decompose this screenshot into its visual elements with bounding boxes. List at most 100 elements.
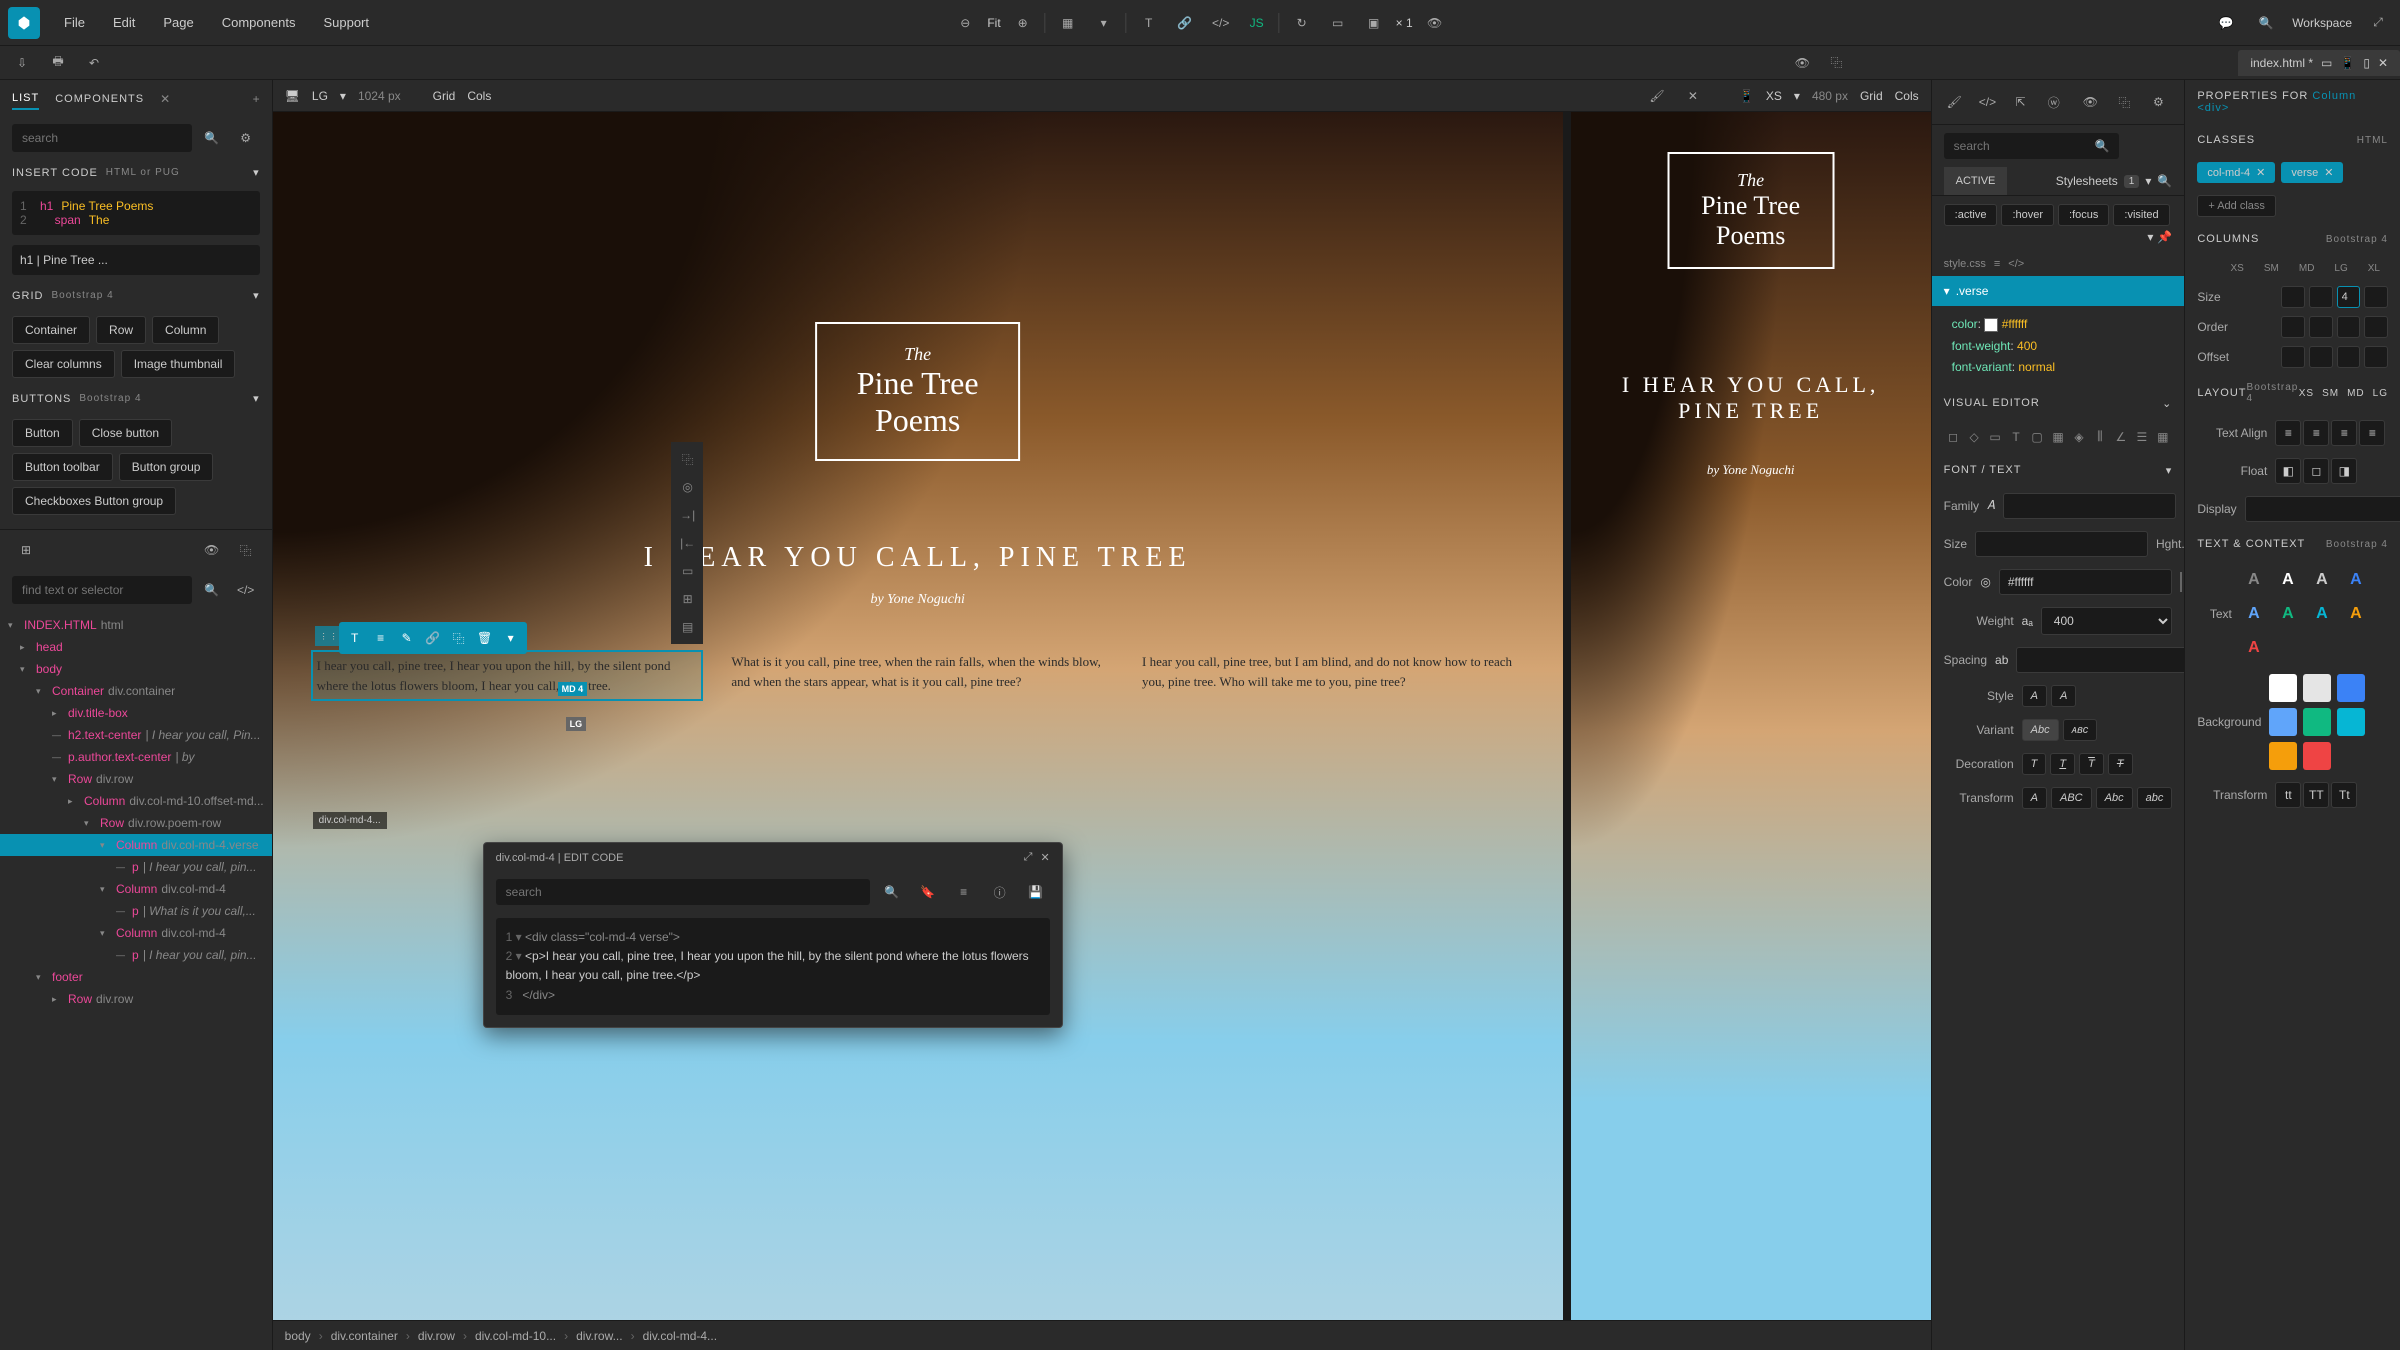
add-class-button[interactable]: + Add class xyxy=(2197,195,2276,217)
align-justify[interactable]: ≡ xyxy=(2359,420,2385,446)
verse-3[interactable]: I hear you call, pine tree, but I am bli… xyxy=(1142,652,1523,699)
close-viewport-icon[interactable]: ✕ xyxy=(1679,82,1707,110)
family-input[interactable] xyxy=(2003,493,2176,519)
filter-icon[interactable]: ⚙ xyxy=(232,124,260,152)
verse-1[interactable]: I hear you call, pine tree, I hear you u… xyxy=(313,652,702,699)
download-icon[interactable]: ⇩ xyxy=(8,49,36,77)
container-button[interactable]: Container xyxy=(12,316,90,344)
tree-item[interactable]: ▾ Container div.container xyxy=(0,680,272,702)
tf-lower[interactable]: tt xyxy=(2275,782,2301,808)
brush-icon[interactable]: 🖌 xyxy=(1944,88,1965,116)
bg-primary[interactable] xyxy=(2337,674,2365,702)
style-normal[interactable]: A xyxy=(2022,685,2047,707)
grid-toggle-xs[interactable]: Grid xyxy=(1860,89,1883,103)
code-icon[interactable]: </> xyxy=(2008,258,2024,270)
badge-lg[interactable]: LG xyxy=(566,717,587,731)
search-icon[interactable]: 🔍 xyxy=(2252,9,2280,37)
align-left[interactable]: ≡ xyxy=(2275,420,2301,446)
zoom-out-icon[interactable]: ⊖ xyxy=(951,9,979,37)
mobile-icon[interactable]: 📱 xyxy=(2340,56,2355,70)
refresh-icon[interactable]: ↻ xyxy=(1288,9,1316,37)
brush-icon[interactable]: 🖌 xyxy=(1643,82,1671,110)
order-md[interactable] xyxy=(2337,316,2361,338)
copy-icon[interactable]: ⿻ xyxy=(232,536,260,564)
text-white[interactable]: A xyxy=(2274,566,2302,594)
tree-item[interactable]: ▾ Column div.col-md-4.verse xyxy=(0,834,272,856)
tree-item[interactable]: ▾ Column div.col-md-4 xyxy=(0,922,272,944)
chevron-down-icon[interactable]: ▾ xyxy=(253,166,260,179)
tool-angle[interactable]: ∠ xyxy=(2111,424,2130,450)
code-toggle-icon[interactable]: </> xyxy=(232,576,260,604)
grid-icon[interactable]: ▦ xyxy=(1054,9,1082,37)
tool-2[interactable]: ◇ xyxy=(1965,424,1984,450)
breakpoint-label-xs[interactable]: XS xyxy=(1766,89,1782,103)
align-center[interactable]: ≡ xyxy=(2303,420,2329,446)
desktop-icon[interactable]: ▭ xyxy=(2321,56,2332,70)
weight-select[interactable]: 400 xyxy=(2041,607,2173,635)
code-icon[interactable]: </> xyxy=(1977,88,1998,116)
file-tab[interactable]: index.html * ▭ 📱 ▯ ✕ xyxy=(2238,50,2400,76)
deco-under[interactable]: T xyxy=(2050,753,2075,775)
wordpress-icon[interactable]: ⓦ xyxy=(2043,88,2064,116)
float-none[interactable]: ◻ xyxy=(2303,458,2329,484)
image-thumbnail-button[interactable]: Image thumbnail xyxy=(121,350,236,378)
spacing-icon[interactable]: ab xyxy=(1995,653,2008,667)
close-button-button[interactable]: Close button xyxy=(79,419,172,447)
tf-upper[interactable]: TT xyxy=(2303,782,2329,808)
panel-icon[interactable]: ▤ xyxy=(675,614,701,640)
grid-toggle[interactable]: Grid xyxy=(433,89,456,103)
bc-container[interactable]: div.container xyxy=(331,1329,398,1343)
export-icon[interactable]: ⇱ xyxy=(2010,88,2031,116)
delete-tool-icon[interactable]: 🗑 xyxy=(473,626,497,650)
search-icon[interactable]: 🔍 xyxy=(198,576,226,604)
lbp-xs[interactable]: XS xyxy=(2299,388,2314,399)
chevron-down-icon[interactable]: ▾ xyxy=(340,89,346,103)
tree-item[interactable]: ▸ head xyxy=(0,636,272,658)
tf-cap[interactable]: Tt xyxy=(2331,782,2357,808)
more-tool-icon[interactable]: ▾ xyxy=(499,626,523,650)
button-button[interactable]: Button xyxy=(12,419,73,447)
tool-table[interactable]: ▦ xyxy=(2153,424,2172,450)
buttons-section-header[interactable]: BUTTONS Bootstrap 4 ▾ xyxy=(0,384,272,413)
picker-icon[interactable]: ◎ xyxy=(1980,575,1990,589)
tool-1[interactable]: ◻ xyxy=(1944,424,1963,450)
size-xs[interactable] xyxy=(2281,286,2305,308)
tree-item[interactable]: ▾ Row div.row.poem-row xyxy=(0,812,272,834)
tool-flex[interactable]: ⫼ xyxy=(2090,424,2109,450)
undo-icon[interactable]: ↶ xyxy=(80,49,108,77)
tree-icon[interactable]: ⊞ xyxy=(12,536,40,564)
text-danger[interactable]: A xyxy=(2240,634,2268,662)
text-primary[interactable]: A xyxy=(2342,566,2370,594)
print-icon[interactable]: 🖶 xyxy=(44,49,72,77)
button-toolbar-button[interactable]: Button toolbar xyxy=(12,453,113,481)
pseudo-visited[interactable]: :visited xyxy=(2113,204,2169,226)
tf-3[interactable]: Abc xyxy=(2096,787,2133,809)
chat-icon[interactable]: 💬 xyxy=(2212,9,2240,37)
offset-lg[interactable] xyxy=(2364,346,2388,368)
remove-icon[interactable]: ✕ xyxy=(2256,166,2265,179)
chevron-down-icon[interactable]: ⌄ xyxy=(2162,397,2172,410)
text-muted[interactable]: A xyxy=(2240,566,2268,594)
link-tool-icon[interactable]: 🔗 xyxy=(421,626,445,650)
bookmark-icon[interactable]: 🔖 xyxy=(914,878,942,906)
pseudo-active[interactable]: :active xyxy=(1944,204,1998,226)
visibility-icon[interactable]: 👁 xyxy=(1421,9,1449,37)
text-success[interactable]: A xyxy=(2274,600,2302,628)
copy-tool-icon[interactable]: ⿻ xyxy=(447,626,471,650)
tool-diamond[interactable]: ◈ xyxy=(2069,424,2088,450)
bg-danger[interactable] xyxy=(2303,742,2331,770)
eye-icon[interactable]: 👁 xyxy=(1788,49,1816,77)
tool-text[interactable]: T xyxy=(2007,424,2026,450)
search-input[interactable] xyxy=(12,124,192,152)
lines-icon[interactable]: ≡ xyxy=(1994,258,2000,270)
grid-section-header[interactable]: GRID Bootstrap 4 ▾ xyxy=(0,281,272,310)
lines-icon[interactable]: ≡ xyxy=(950,878,978,906)
workspace-label[interactable]: Workspace xyxy=(2292,16,2352,30)
pseudo-hover[interactable]: :hover xyxy=(2001,204,2054,226)
copy-icon[interactable]: ⿻ xyxy=(675,446,701,472)
tree-item[interactable]: — p | I hear you call, pin... xyxy=(0,856,272,878)
tab-active[interactable]: ACTIVE xyxy=(1944,167,2008,195)
style-search-input[interactable] xyxy=(1944,133,2119,159)
bg-warning[interactable] xyxy=(2269,742,2297,770)
label-input[interactable]: h1 | Pine Tree ... xyxy=(12,245,260,275)
